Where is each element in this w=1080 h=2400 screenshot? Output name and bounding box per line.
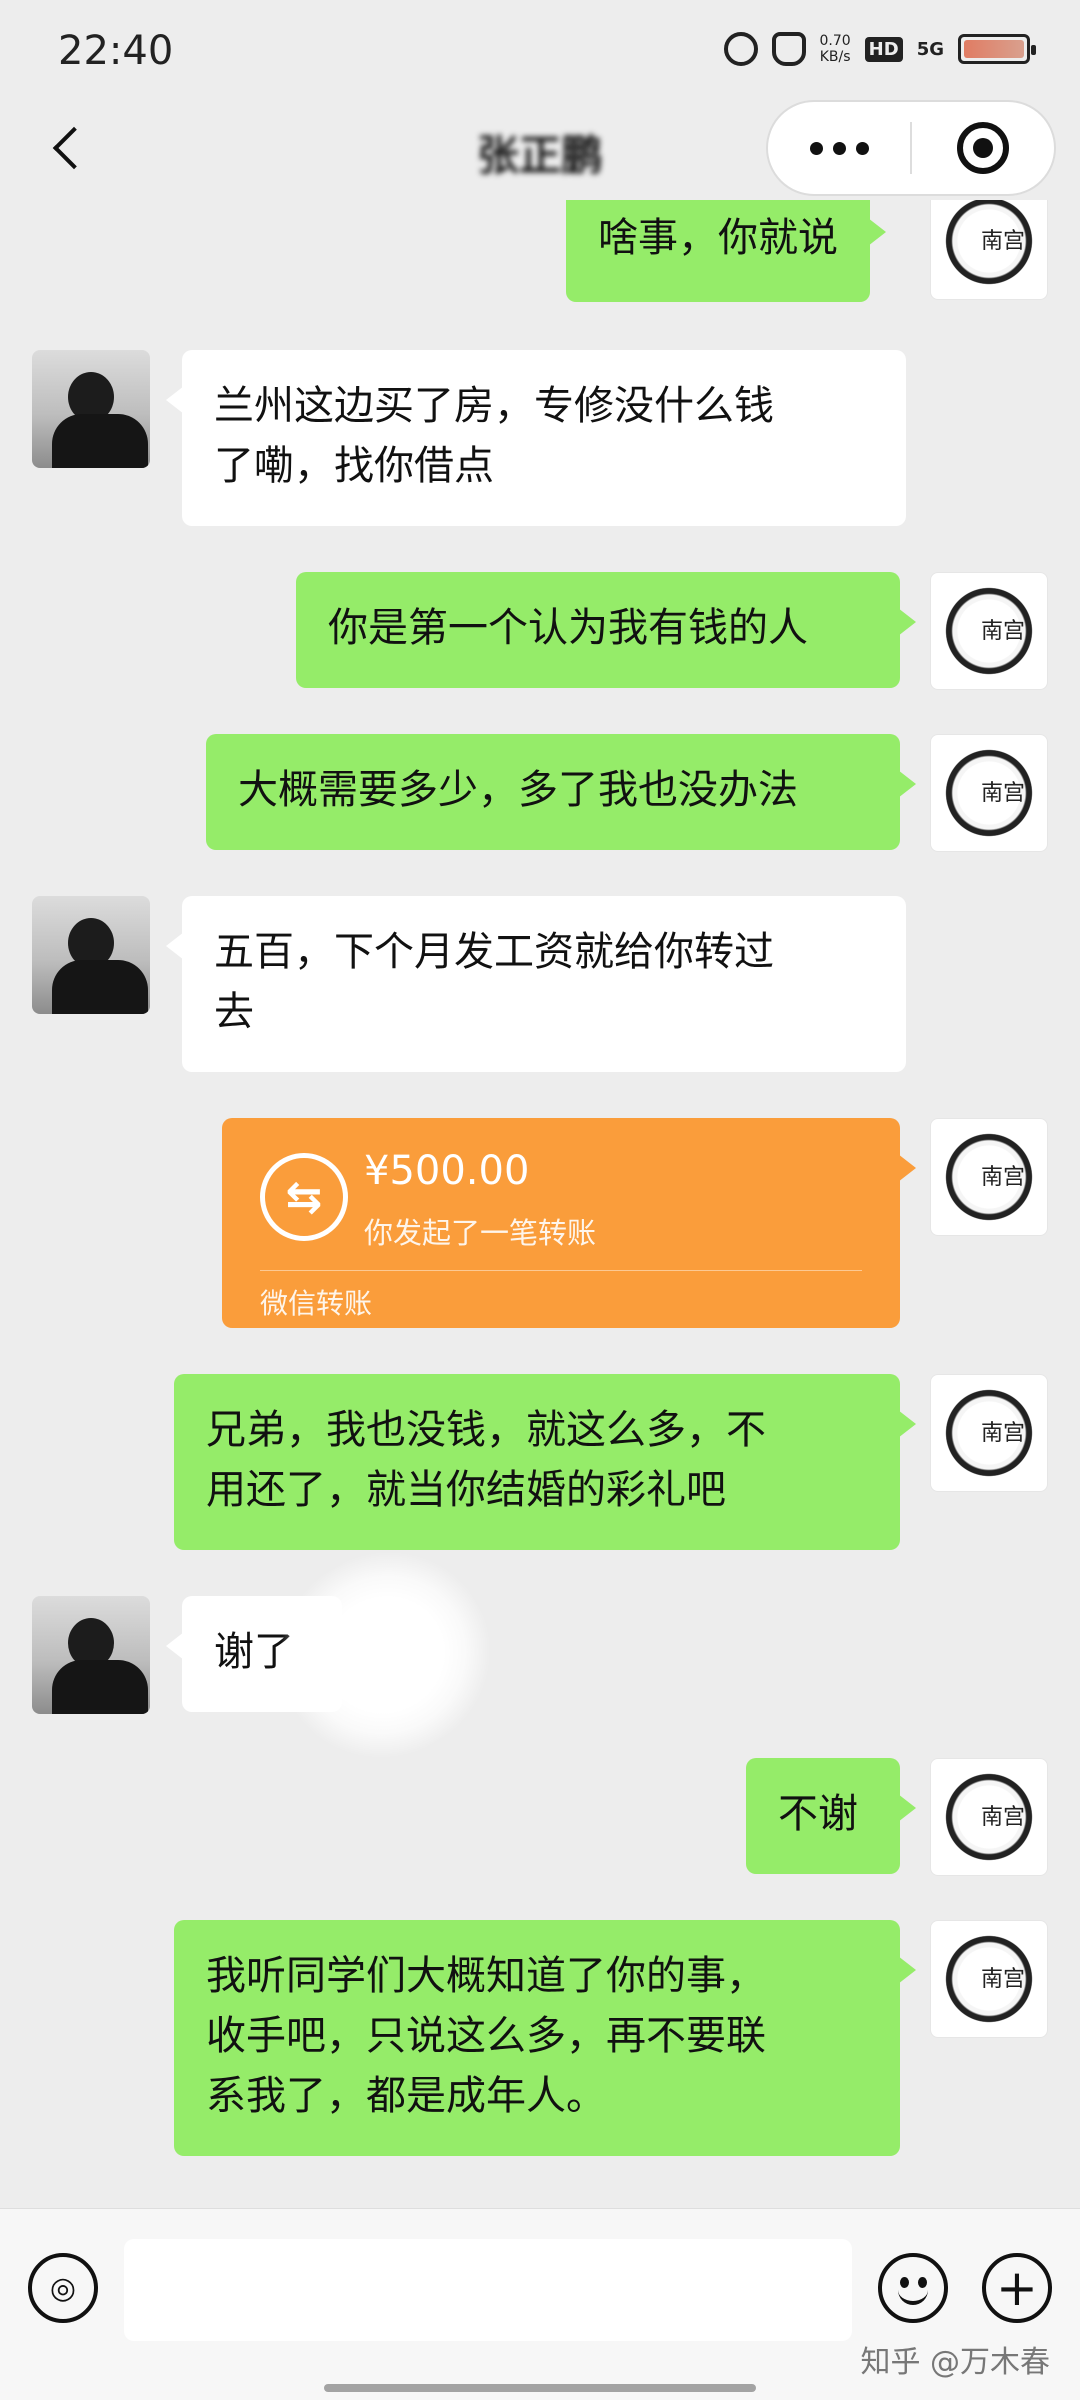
status-bar: 22:40 0.70 KB/s HD 5G bbox=[0, 0, 1080, 100]
my-message-bubble[interactable]: 不谢 bbox=[746, 1758, 916, 1874]
voice-button[interactable]: ◎ bbox=[28, 2253, 98, 2323]
friend-avatar[interactable] bbox=[32, 350, 150, 468]
message-line: 我听同学们大概知道了你的事， bbox=[206, 1953, 766, 1999]
my-avatar[interactable]: 南宫 bbox=[930, 1920, 1048, 2038]
message-line: 五百，下个月发工资就给你转过 bbox=[214, 929, 774, 975]
voice-icon: ◎ bbox=[49, 2270, 77, 2306]
more-button[interactable] bbox=[768, 102, 910, 194]
input-bar: ◎ + 知乎 @万木春 bbox=[0, 2208, 1080, 2400]
my-avatar[interactable]: 南宫 bbox=[930, 572, 1048, 690]
transfer-description: 你发起了一笔转账 bbox=[364, 1216, 597, 1250]
message-line: 兰州这边买了房，专修没什么钱 bbox=[214, 383, 774, 429]
transfer-amount: ¥500.00 bbox=[364, 1148, 530, 1194]
friend-avatar[interactable] bbox=[32, 896, 150, 1014]
my-avatar[interactable]: 南宫 bbox=[930, 734, 1048, 852]
speed-value: 0.70 bbox=[819, 33, 851, 49]
transfer-arrows-icon: ⇆ bbox=[260, 1153, 348, 1241]
my-message-bubble[interactable]: 大概需要多少，多了我也没办法 bbox=[206, 734, 916, 850]
chat-area[interactable]: 南宫 啥事，你就说 兰州这边买了房，专修没什么钱 了嘞，找你借点 南宫 你是第一… bbox=[0, 200, 1080, 2195]
mute-bell-icon bbox=[771, 32, 806, 66]
friend-message-bubble[interactable]: 兰州这边买了房，专修没什么钱 了嘞，找你借点 bbox=[166, 350, 906, 526]
my-avatar[interactable]: 南宫 bbox=[930, 1758, 1048, 1876]
battery-icon bbox=[958, 34, 1036, 64]
my-message-bubble[interactable]: 你是第一个认为我有钱的人 bbox=[296, 572, 916, 688]
alarm-icon bbox=[723, 32, 758, 66]
status-icons: 0.70 KB/s HD 5G bbox=[723, 32, 1036, 66]
plus-button[interactable]: + bbox=[982, 2253, 1052, 2323]
transfer-divider bbox=[260, 1270, 862, 1271]
avatar-mark: 南宫 bbox=[981, 229, 1026, 254]
message-line: 去 bbox=[214, 989, 254, 1035]
more-dots-icon bbox=[809, 141, 823, 155]
speed-unit: KB/s bbox=[819, 49, 851, 65]
watermark: 知乎 @万木春 bbox=[860, 2345, 1050, 2380]
message-line: 兄弟，我也没钱，就这么多，不 bbox=[206, 1407, 766, 1453]
target-circle-icon bbox=[956, 122, 1009, 174]
message-line: 系我了，都是成年人。 bbox=[206, 2073, 606, 2119]
message-input[interactable] bbox=[124, 2239, 852, 2341]
my-avatar[interactable]: 南宫 bbox=[930, 200, 1048, 300]
transfer-card[interactable]: ⇆ ¥500.00 你发起了一笔转账 微信转账 bbox=[222, 1118, 916, 1328]
nav-bar: 张正鹏 bbox=[0, 100, 1080, 200]
mini-program-capsule bbox=[766, 100, 1056, 196]
battery-level bbox=[964, 40, 1024, 58]
message-line: 用还了，就当你结婚的彩礼吧 bbox=[206, 1467, 726, 1513]
friend-message-bubble[interactable]: 五百，下个月发工资就给你转过 去 bbox=[166, 896, 906, 1072]
network-type: 5G bbox=[916, 38, 944, 60]
friend-avatar[interactable] bbox=[32, 1596, 150, 1714]
transfer-brand: 微信转账 bbox=[260, 1287, 373, 1320]
my-message-bubble[interactable]: 啥事，你就说 bbox=[566, 200, 886, 302]
my-avatar[interactable]: 南宫 bbox=[930, 1374, 1048, 1492]
emoji-button[interactable] bbox=[878, 2253, 948, 2323]
close-capsule-button[interactable] bbox=[912, 102, 1054, 194]
my-message-bubble[interactable]: 我听同学们大概知道了你的事， 收手吧，只说这么多，再不要联 系我了，都是成年人。 bbox=[174, 1920, 916, 2156]
home-indicator[interactable] bbox=[324, 2384, 756, 2392]
my-avatar[interactable]: 南宫 bbox=[930, 1118, 1048, 1236]
friend-message-bubble[interactable]: 谢了 bbox=[166, 1596, 342, 1712]
my-message-bubble[interactable]: 兄弟，我也没钱，就这么多，不 用还了，就当你结婚的彩礼吧 bbox=[174, 1374, 916, 1550]
message-line: 了嘞，找你借点 bbox=[214, 443, 494, 489]
hd-badge: HD bbox=[864, 36, 903, 62]
network-speed: 0.70 KB/s bbox=[820, 33, 851, 65]
plus-icon: + bbox=[996, 2259, 1038, 2317]
status-time: 22:40 bbox=[58, 28, 174, 74]
message-line: 收手吧，只说这么多，再不要联 bbox=[206, 2013, 766, 2059]
